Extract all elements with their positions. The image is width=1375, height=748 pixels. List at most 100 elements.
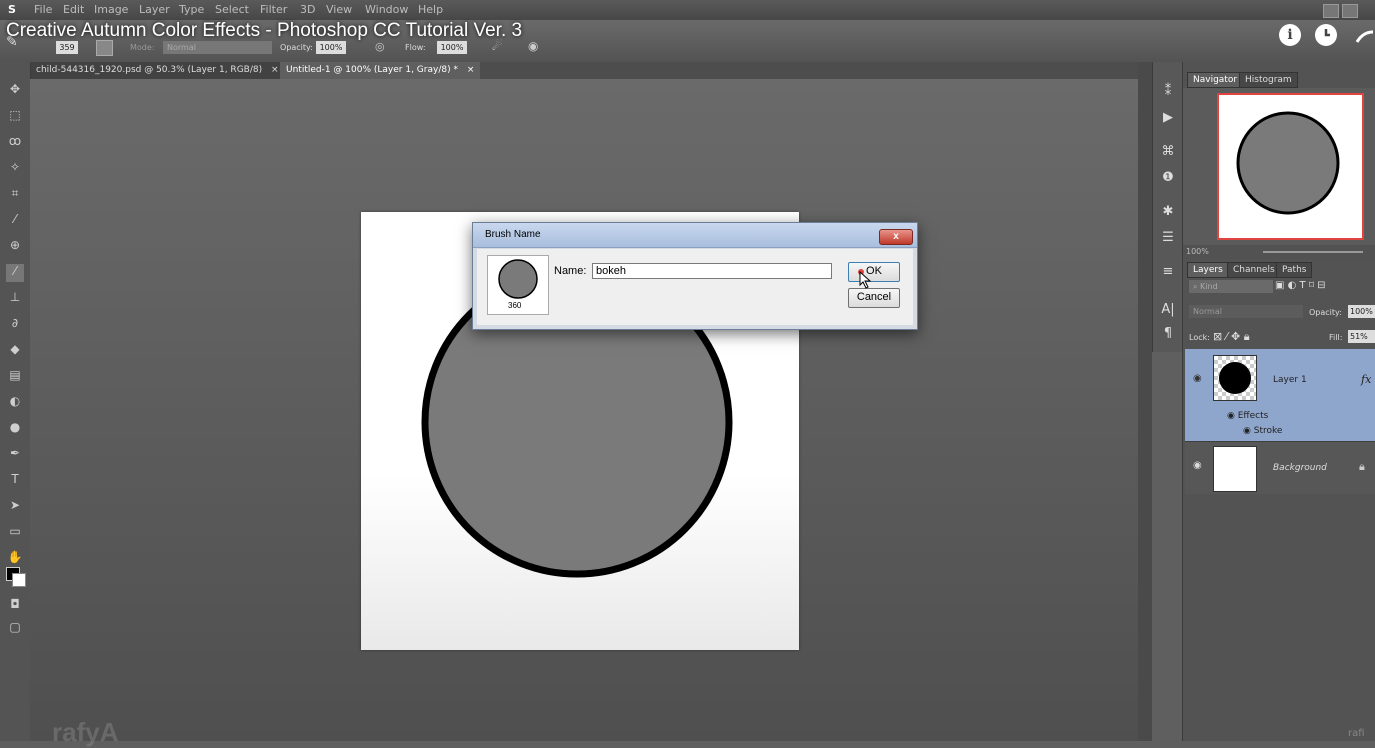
layer-filter-icons[interactable]: ▣ ◐ T ⌑ ⊟ bbox=[1275, 280, 1375, 294]
ok-button[interactable]: OK bbox=[848, 262, 900, 282]
visibility-eye-icon[interactable]: ◉ bbox=[1193, 373, 1202, 384]
visibility-eye-icon[interactable]: ◉ bbox=[1193, 460, 1202, 471]
path-select-tool-icon[interactable]: ➤ bbox=[6, 498, 24, 516]
screen-mode-icon[interactable]: ▢ bbox=[6, 620, 24, 638]
menu-select[interactable]: Select bbox=[215, 3, 249, 16]
layer-filter-kind[interactable]: ⌕ Kind bbox=[1189, 280, 1273, 293]
tab-child-psd[interactable]: child-544316_1920.psd @ 50.3% (Layer 1, … bbox=[30, 62, 285, 79]
brush-presets-icon[interactable]: ⌘ bbox=[1160, 144, 1176, 160]
properties-icon[interactable]: ≡ bbox=[1160, 264, 1176, 280]
close-button[interactable]: x bbox=[879, 229, 913, 245]
opacity-field[interactable]: 100% bbox=[316, 41, 346, 54]
layer-thumbnail bbox=[1213, 446, 1257, 492]
document-tab-bar: child-544316_1920.psd @ 50.3% (Layer 1, … bbox=[30, 62, 1140, 79]
tab-untitled-1[interactable]: Untitled-1 @ 100% (Layer 1, Gray/8) * × bbox=[280, 62, 481, 79]
menu-file[interactable]: File bbox=[34, 3, 52, 16]
history-icon[interactable]: ⁑ bbox=[1160, 84, 1176, 100]
paragraph-icon[interactable]: ¶ bbox=[1160, 326, 1176, 342]
type-tool-icon[interactable]: T bbox=[6, 472, 24, 490]
stroke-effect-label: ◉ Stroke bbox=[1243, 426, 1282, 436]
tab-channels[interactable]: Channels bbox=[1227, 262, 1281, 278]
fill-field[interactable]: 51% bbox=[1348, 330, 1375, 343]
menu-edit[interactable]: Edit bbox=[63, 3, 84, 16]
crop-tool-icon[interactable]: ⌗ bbox=[6, 186, 24, 204]
name-label: Name: bbox=[554, 265, 587, 277]
opacity-label: Opacity: bbox=[280, 43, 313, 52]
actions-play-icon[interactable]: ▶ bbox=[1160, 110, 1176, 126]
blur-tool-icon[interactable]: ◐ bbox=[6, 394, 24, 412]
layer-opacity-field[interactable]: 100% bbox=[1348, 305, 1375, 318]
effects-label: ◉ Effects bbox=[1227, 411, 1268, 421]
menu-image[interactable]: Image bbox=[94, 3, 128, 16]
stamp-tool-icon[interactable]: ⊥ bbox=[6, 290, 24, 308]
menu-help[interactable]: Help bbox=[418, 3, 443, 16]
cancel-button[interactable]: Cancel bbox=[848, 288, 900, 308]
brush-name-dialog: Brush Name x 360 Name: OK Cancel bbox=[472, 222, 918, 330]
layer-name: Background bbox=[1273, 463, 1327, 473]
tools-panel: ✥ ⬚ ꝏ ✧ ⌗ ⁄ ⊕ ⁄ ⊥ ∂ ◆ ▤ ◐ ● ✒ T ➤ ▭ ✋ ⌕ … bbox=[0, 62, 31, 741]
adjustments-icon[interactable]: ☰ bbox=[1160, 230, 1176, 246]
brush-name-input[interactable] bbox=[592, 263, 832, 279]
tab-label: child-544316_1920.psd @ 50.3% (Layer 1, … bbox=[36, 65, 263, 75]
menu-layer[interactable]: Layer bbox=[139, 3, 170, 16]
layer-row-background[interactable]: ◉ Background 🔒︎ bbox=[1185, 441, 1375, 494]
menu-filter[interactable]: Filter bbox=[260, 3, 287, 16]
watch-later-icon[interactable] bbox=[1315, 24, 1337, 46]
healing-tool-icon[interactable]: ⊕ bbox=[6, 238, 24, 256]
visibility-eye-icon[interactable]: ◉ bbox=[1243, 426, 1251, 436]
brush-tool-icon[interactable]: ⁄ bbox=[6, 264, 24, 282]
blend-mode-select[interactable]: Normal bbox=[1189, 305, 1303, 318]
shape-tool-icon[interactable]: ▭ bbox=[6, 524, 24, 542]
background-color-swatch[interactable] bbox=[12, 573, 26, 587]
history-brush-tool-icon[interactable]: ∂ bbox=[6, 316, 24, 334]
menu-type[interactable]: Type bbox=[179, 3, 204, 16]
brush-panel-icon[interactable]: ✱ bbox=[1160, 204, 1176, 220]
dialog-body: 360 Name: OK Cancel bbox=[477, 249, 913, 325]
info-panel-icon[interactable]: ❶ bbox=[1160, 170, 1176, 186]
brush-size-preset[interactable]: 359 bbox=[56, 41, 78, 54]
marquee-tool-icon[interactable]: ⬚ bbox=[6, 108, 24, 126]
tab-layers[interactable]: Layers bbox=[1187, 262, 1229, 278]
close-icon[interactable]: × bbox=[271, 65, 279, 75]
character-icon[interactable]: A| bbox=[1160, 302, 1176, 318]
flow-field[interactable]: 100% bbox=[437, 41, 467, 54]
menu-window[interactable]: Window bbox=[365, 3, 408, 16]
info-icon[interactable]: i bbox=[1279, 24, 1301, 46]
layer-row-layer-1[interactable]: ◉ Layer 1 fx bbox=[1185, 349, 1375, 409]
eraser-tool-icon[interactable]: ◆ bbox=[6, 342, 24, 360]
menu-view[interactable]: View bbox=[326, 3, 352, 16]
lasso-tool-icon[interactable]: ꝏ bbox=[6, 134, 24, 152]
gradient-tool-icon[interactable]: ▤ bbox=[6, 368, 24, 386]
visibility-eye-icon[interactable]: ◉ bbox=[1227, 411, 1235, 421]
photoshop-logo-icon: S bbox=[8, 3, 16, 16]
eyedropper-tool-icon[interactable]: ⁄ bbox=[6, 212, 24, 230]
pen-tool-icon[interactable]: ✒ bbox=[6, 446, 24, 464]
lock-icons[interactable]: ⊠ ⁄ ✥ 🔒︎ bbox=[1213, 330, 1288, 344]
quick-mask-icon[interactable]: ◘ bbox=[6, 597, 24, 615]
stroke-text: Stroke bbox=[1253, 426, 1283, 436]
mode-select[interactable]: Normal bbox=[163, 41, 272, 54]
tab-histogram[interactable]: Histogram bbox=[1239, 72, 1298, 88]
share-icon[interactable] bbox=[1355, 26, 1375, 46]
pressure-size-icon[interactable]: ◉ bbox=[528, 39, 544, 55]
window-minimize-button[interactable] bbox=[1323, 4, 1339, 18]
lock-label: Lock: bbox=[1189, 333, 1210, 342]
hand-tool-icon[interactable]: ✋ bbox=[6, 550, 24, 568]
menu-3d[interactable]: 3D bbox=[300, 3, 315, 16]
zoom-slider[interactable] bbox=[1263, 251, 1363, 253]
layer-name: Layer 1 bbox=[1273, 375, 1307, 385]
window-restore-button[interactable] bbox=[1342, 4, 1358, 18]
dodge-tool-icon[interactable]: ● bbox=[6, 420, 24, 438]
pressure-opacity-icon[interactable]: ◎ bbox=[375, 40, 389, 54]
move-tool-icon[interactable]: ✥ bbox=[6, 82, 24, 100]
layer-thumbnail-circle bbox=[1219, 362, 1251, 394]
close-icon[interactable]: × bbox=[467, 65, 475, 75]
layer-thumbnail bbox=[1213, 355, 1257, 401]
quick-select-tool-icon[interactable]: ✧ bbox=[6, 160, 24, 178]
navigator-preview[interactable] bbox=[1217, 93, 1364, 240]
tab-navigator[interactable]: Navigator bbox=[1187, 72, 1244, 88]
tab-paths[interactable]: Paths bbox=[1276, 262, 1313, 278]
fx-icon[interactable]: fx bbox=[1361, 373, 1371, 386]
tab-label: Untitled-1 @ 100% (Layer 1, Gray/8) * bbox=[286, 65, 458, 75]
brush-panel-toggle-icon[interactable] bbox=[96, 40, 113, 56]
